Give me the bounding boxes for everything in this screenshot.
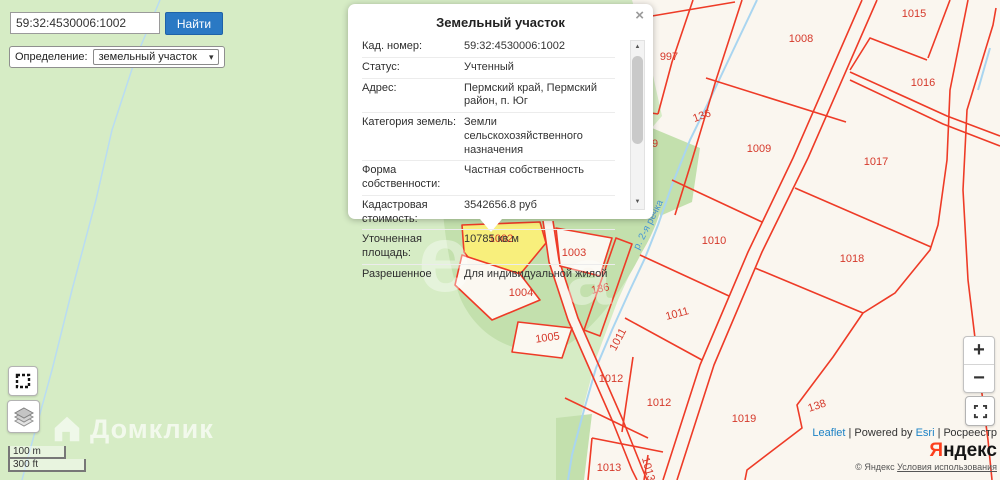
parcel-label[interactable]: 1008 (789, 33, 813, 45)
row-label: Кадастровая стоимость: (362, 199, 459, 227)
fullscreen-icon (973, 404, 988, 419)
popup-body: Кад. номер: 59:32:4530006:1002 Статус: Учт… (362, 37, 639, 285)
close-icon[interactable]: × (635, 8, 644, 23)
parcel-info-popup: × Земельный участок Кад. номер: 59:32:453… (348, 4, 653, 219)
row-value: 3542656.8 руб (464, 199, 615, 227)
definition-select[interactable]: земельный участок ▾ (93, 49, 219, 65)
chevron-down-icon: ▾ (209, 53, 214, 62)
filter-label: Определение: (15, 51, 88, 63)
zoom-out-button[interactable]: − (964, 365, 994, 392)
parcel-label[interactable]: 1019 (732, 413, 756, 425)
row-label: Статус: (362, 61, 459, 75)
yandex-copyright: © Яндекс (855, 462, 897, 472)
definition-filter: Определение: земельный участок ▾ (9, 46, 225, 68)
info-row: Разрешенное Для индивидуальной жилой (362, 264, 615, 285)
yandex-logo: Яндекс (812, 441, 997, 461)
info-row: Адрес:Пермский край, Пермский район, п. … (362, 78, 615, 113)
selected-option: земельный участок (99, 51, 197, 63)
layers-button[interactable] (7, 400, 40, 433)
info-row: Кад. номер: 59:32:4530006:1002 (362, 37, 615, 57)
zoom-control: + − (963, 336, 995, 393)
scale-metric: 100 m (8, 446, 66, 459)
row-label: Уточненная площадь: (362, 233, 459, 261)
search-input[interactable] (10, 12, 160, 34)
parcel-label[interactable]: 1016 (911, 77, 935, 89)
parcel-label[interactable]: 1010 (702, 235, 726, 247)
map-attribution: Leaflet | Powered by Esri | Росреестр Ян… (812, 427, 997, 474)
row-value: 59:32:4530006:1002 (464, 40, 615, 54)
row-label: Адрес: (362, 82, 459, 110)
search-button[interactable]: Найти (165, 12, 223, 35)
info-row: Категория земель:Земли сельскохозяйствен… (362, 112, 615, 160)
rosreestr-text: Росреестр (944, 427, 997, 439)
info-row: Статус: Учтенный (362, 57, 615, 78)
scroll-up-icon[interactable]: ▲ (631, 41, 644, 54)
parcel-label[interactable]: 1012 (647, 397, 671, 409)
row-value: Частная собственность (464, 164, 615, 192)
search-bar: Найти (10, 12, 223, 35)
info-row: Уточненная площадь:10785 кв.м (362, 229, 615, 264)
legend-tool-button[interactable] (8, 366, 38, 396)
parcel-label[interactable]: 1009 (747, 143, 771, 155)
parcel-label[interactable]: 1017 (864, 156, 888, 168)
popup-title: Земельный участок (362, 15, 639, 30)
parcel-label[interactable]: 1013 (597, 462, 621, 474)
layers-icon (13, 406, 35, 428)
zoom-in-button[interactable]: + (964, 337, 994, 365)
row-value: Для индивидуальной жилой (464, 268, 615, 282)
row-value: 10785 кв.м (464, 233, 615, 261)
powered-by-text: Powered by (854, 427, 915, 439)
row-label: Форма собственности: (362, 164, 459, 192)
esri-link[interactable]: Esri (916, 427, 935, 439)
scale-control: 100 m 300 ft (8, 446, 86, 472)
dashed-square-icon (14, 372, 32, 390)
info-row: Кадастровая стоимость:3542656.8 руб (362, 195, 615, 230)
row-value: Учтенный (464, 61, 615, 75)
info-row: Форма собственности:Частная собственност… (362, 160, 615, 195)
scrollbar-thumb[interactable] (632, 56, 643, 144)
fullscreen-button[interactable] (965, 396, 995, 426)
parcel-label[interactable]: 1012 (599, 373, 623, 385)
parcel-label[interactable]: 1004 (509, 287, 533, 299)
row-label: Категория земель: (362, 116, 459, 157)
parcel-label[interactable]: 1015 (902, 8, 926, 20)
row-label: Кад. номер: (362, 40, 459, 54)
scale-imperial: 300 ft (8, 459, 86, 472)
terms-of-use-link[interactable]: Условия использования (897, 462, 997, 472)
scroll-down-icon[interactable]: ▼ (631, 196, 644, 209)
leaflet-link[interactable]: Leaflet (812, 427, 845, 439)
cadastral-map-app: 997 1008 1015 1016 136 1009 1017 1010 10… (0, 0, 1000, 480)
attrib-sep: | (935, 427, 944, 439)
parcel-label[interactable]: 1018 (840, 253, 864, 265)
popup-scrollbar[interactable]: ▲ ▼ (630, 40, 645, 210)
row-value: Пермский край, Пермский район, п. Юг (464, 82, 615, 110)
row-label: Разрешенное (362, 268, 459, 282)
row-value: Земли сельскохозяйственного назначения (464, 116, 615, 157)
parcel-label[interactable]: 997 (660, 51, 678, 63)
